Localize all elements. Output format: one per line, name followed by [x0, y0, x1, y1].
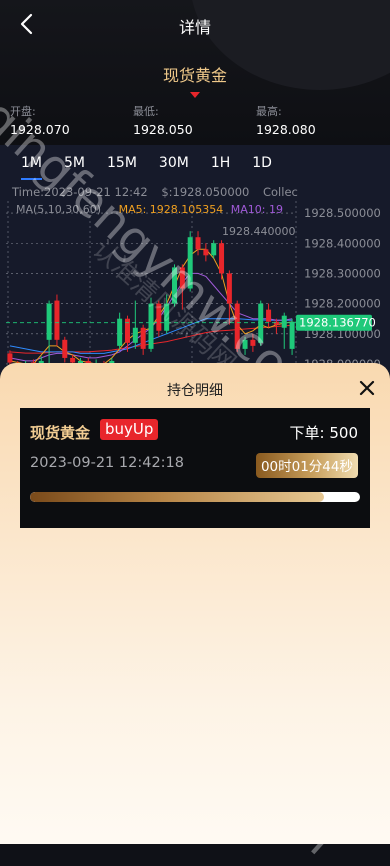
direction-badge: buyUp	[100, 419, 159, 440]
stat-open: 开盘: 1928.070	[10, 103, 70, 137]
symbol-name: 现货黄金	[162, 66, 227, 85]
tab-5m[interactable]: 5M	[53, 153, 96, 177]
close-icon[interactable]	[358, 379, 376, 397]
order-amount: 下单: 500	[290, 422, 358, 443]
candle-body	[242, 339, 248, 349]
candle-body	[273, 321, 279, 325]
candle-body	[70, 357, 76, 363]
candle-body	[140, 327, 146, 349]
ma-legend: MA(5,10,30,60) MA5: 1928.105354 MA10: 19	[16, 203, 283, 216]
candlestick-chart[interactable]: 1928.500000 1928.400000 1928.300000 1928.20…	[0, 195, 390, 375]
interval-tabs: 1M 5M 15M 30M 1H 1D	[10, 153, 283, 180]
stat-value: 1928.080	[256, 122, 316, 137]
crosshair-info: Time:2023-09-21 12:42 $:1928.050000 Coll…	[12, 185, 308, 199]
kline-chart-area: 1M 5M 15M 30M 1H 1D 1928.500000 1928.4000…	[0, 145, 390, 375]
ma-legend-title: MA(5,10,30,60)	[16, 203, 102, 216]
position-symbol: 现货黄金	[30, 424, 91, 442]
info-price: $:1928.050000	[161, 185, 250, 199]
candle-body	[203, 249, 209, 256]
symbol-selector[interactable]: 现货黄金	[0, 62, 390, 98]
stat-label: 最低:	[133, 105, 159, 118]
candle-body	[164, 303, 170, 331]
candle-body	[7, 353, 13, 363]
tab-1m[interactable]: 1M	[10, 153, 53, 180]
candle-body	[250, 339, 256, 346]
stat-value: 1928.050	[133, 122, 193, 137]
dropdown-caret-icon	[190, 92, 200, 98]
sheet-title: 持仓明细	[167, 383, 223, 399]
stat-label: 最高:	[256, 105, 282, 118]
candle-body	[179, 267, 185, 289]
stat-value: 1928.070	[10, 122, 70, 137]
candle-body	[234, 303, 240, 349]
position-card[interactable]: 现货黄金 buyUp 下单: 500 2023-09-21 12:42:18 0…	[20, 408, 370, 528]
tab-1d[interactable]: 1D	[241, 153, 283, 177]
y-tick-label: 1928.200000	[304, 297, 381, 311]
candle-body	[266, 309, 272, 322]
candle-body	[187, 237, 193, 289]
candle-body	[172, 267, 178, 304]
open-time: 2023-09-21 12:42:18	[30, 455, 184, 471]
candle-body	[281, 315, 287, 328]
tab-15m[interactable]: 15M	[96, 153, 148, 177]
candle-body	[54, 300, 60, 340]
y-tick-label: 1928.300000	[304, 266, 381, 280]
candle-body	[62, 339, 68, 358]
high-marker-label: 1928.440000	[222, 225, 295, 238]
candle-body	[148, 303, 154, 349]
tab-1h[interactable]: 1H	[200, 153, 241, 177]
y-tick-label: 1928.500000	[304, 206, 381, 220]
candle-body	[211, 243, 217, 256]
order-label: 下单:	[289, 424, 325, 442]
candle-body	[156, 303, 162, 331]
candle-body	[132, 327, 138, 343]
candle-body	[195, 237, 201, 250]
stat-label: 开盘:	[10, 105, 36, 118]
info-collect[interactable]: Collec	[263, 185, 298, 199]
ma5-legend: MA5: 1928.105354	[118, 203, 224, 216]
stat-high: 最高: 1928.080	[256, 103, 316, 137]
ma10-legend: MA10: 19	[230, 203, 283, 216]
info-time: Time:2023-09-21 12:42	[12, 185, 148, 199]
tab-30m[interactable]: 30M	[148, 153, 200, 177]
page-title: 详情	[178, 18, 211, 37]
countdown-badge: 00时01分44秒	[255, 453, 358, 478]
candle-body	[46, 303, 52, 340]
candle-body	[289, 321, 295, 349]
candle-body	[258, 303, 264, 343]
header: 详情 现货黄金 开盘: 1928.070 最低: 1928.050 最高: 19…	[0, 0, 390, 145]
progress-bar	[30, 492, 360, 502]
progress-fill	[30, 492, 324, 502]
order-value: 500	[329, 424, 358, 442]
stat-low: 最低: 1928.050	[133, 103, 193, 137]
position-detail-sheet: 持仓明细 现货黄金 buyUp 下单: 500 2023-09-21 12:42…	[0, 363, 390, 844]
candle-body	[226, 273, 232, 304]
current-price-label: 1928.136770	[299, 316, 376, 330]
y-tick-label: 1928.400000	[304, 236, 381, 250]
candle-body	[219, 243, 225, 274]
